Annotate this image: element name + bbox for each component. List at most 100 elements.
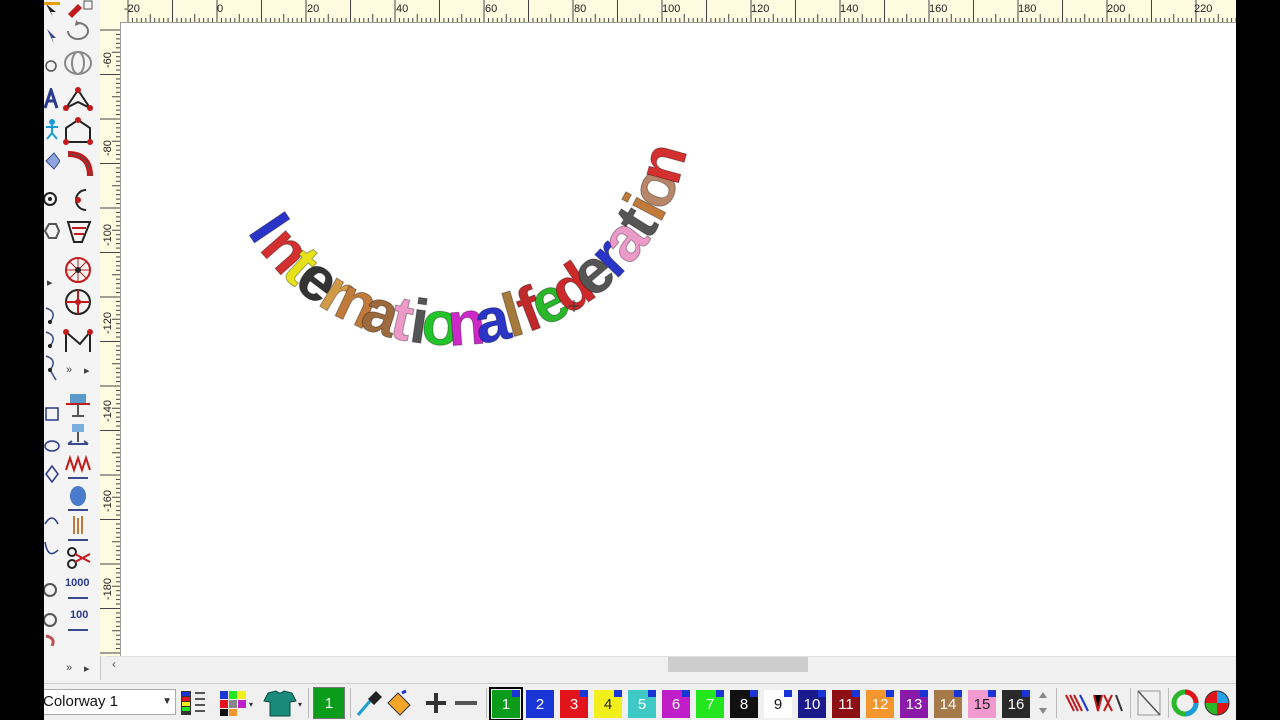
color-palette-icon[interactable] <box>179 689 209 717</box>
thread-swatch-label: 5 <box>637 695 647 713</box>
thread-swatch[interactable]: 12 <box>866 690 894 718</box>
lettering-icon[interactable] <box>44 88 60 110</box>
scroll-left-icon[interactable]: ‹ <box>106 657 122 673</box>
zigzag-icon[interactable] <box>62 452 96 482</box>
scrollbar-thumb[interactable] <box>668 657 808 672</box>
add-color-icon[interactable] <box>422 689 450 717</box>
shape-tools-icon[interactable] <box>44 404 60 494</box>
shirt-icon[interactable]: ▾ <box>260 689 304 717</box>
stitch-fill-icon[interactable] <box>62 390 96 420</box>
color-grid-icon[interactable]: ▾ <box>216 689 256 717</box>
star-fill-icon[interactable] <box>62 286 96 318</box>
embroidery-design[interactable]: Internationalfederation <box>121 23 1236 656</box>
rotate-icon[interactable] <box>62 20 96 42</box>
colorway-select[interactable]: Colorway 1 ▼ <box>44 689 176 715</box>
thread-swatch[interactable]: 6 <box>662 690 690 718</box>
thread-swatch[interactable]: 14 <box>934 690 962 718</box>
polygon-icon[interactable] <box>62 116 96 146</box>
svg-text:100: 100 <box>70 609 88 621</box>
ruler-corner <box>100 0 121 23</box>
loop-icon[interactable] <box>44 576 60 646</box>
select-arrow-icon[interactable] <box>44 2 60 18</box>
separator <box>1130 688 1131 718</box>
tool-icon[interactable] <box>44 56 60 76</box>
thread-swatch[interactable]: 1 <box>489 687 523 720</box>
separator <box>308 688 309 718</box>
left-toolbar-narrow: ▸ <box>44 0 61 680</box>
separator <box>350 688 351 718</box>
swatch-corner-marker <box>852 690 860 697</box>
current-color-swatch[interactable]: 1 <box>313 687 345 719</box>
spool-icon[interactable] <box>62 484 96 514</box>
thread-swatch-label: 9 <box>773 695 783 713</box>
thread-swatch-label: 1 <box>501 695 511 713</box>
ruler-label: -160 <box>102 489 114 512</box>
design-canvas[interactable]: Internationalfederation <box>121 23 1236 656</box>
thread-swatch[interactable]: 9 <box>764 690 792 718</box>
thread-swatch[interactable]: 3 <box>560 690 588 718</box>
thread-swatch[interactable]: 15 <box>968 690 996 718</box>
thread-swatch[interactable]: 16 <box>1002 690 1030 718</box>
vertical-ruler: -60 -80 -100 -120 -140 -160 -180 <box>100 22 121 656</box>
scissors-icon[interactable] <box>62 544 96 574</box>
more-tools-indicator[interactable]: » <box>66 662 72 674</box>
mirror-icon[interactable] <box>62 48 96 78</box>
swatch-corner-marker <box>920 690 928 697</box>
ruler-label: -80 <box>102 140 114 156</box>
colorwheel-icon[interactable] <box>1170 689 1200 717</box>
stitch-length-1000-icon[interactable]: 1000 <box>62 574 96 604</box>
paint-bucket-icon[interactable] <box>384 689 414 717</box>
reshape-icon[interactable] <box>44 26 60 46</box>
ruler-label: 100 <box>662 3 681 15</box>
grid-icon[interactable] <box>1134 689 1164 717</box>
manual-stitch-icon[interactable] <box>62 184 96 216</box>
globe-icon[interactable] <box>1202 689 1232 717</box>
more-tools-indicator[interactable]: » <box>66 364 72 376</box>
radial-fill-icon[interactable] <box>62 254 96 286</box>
expand-arrow-icon[interactable]: ▸ <box>84 364 90 377</box>
path-tools-icon[interactable] <box>44 302 60 382</box>
column-icon[interactable] <box>62 148 96 180</box>
thread-swatch[interactable]: 13 <box>900 690 928 718</box>
eyedropper-icon[interactable] <box>354 689 384 717</box>
separator <box>1056 688 1057 718</box>
swatch-corner-marker <box>988 690 996 697</box>
ruler-label: 20 <box>307 3 320 15</box>
thread-swatch-label: 11 <box>838 695 854 713</box>
ruler-label: 140 <box>840 3 859 15</box>
curve-icon[interactable] <box>44 512 60 562</box>
expand-arrow-icon[interactable]: ▸ <box>84 662 90 675</box>
stitch-spacing-icon[interactable] <box>62 420 96 450</box>
thread-swatch-label: 14 <box>939 695 957 713</box>
thread-swatch-label: 12 <box>871 695 889 713</box>
horizontal-ruler: -20 0 20 40 60 80 100 120 140 160 180 20… <box>120 0 1236 23</box>
thread-swatch-label: 16 <box>1007 695 1025 713</box>
figure-icon[interactable] <box>44 118 60 140</box>
node-edit-icon[interactable] <box>62 84 96 114</box>
chevron-down-icon[interactable]: ▼ <box>162 690 172 714</box>
thread-swatch[interactable]: 7 <box>696 690 724 718</box>
diamond-icon[interactable] <box>44 150 60 172</box>
bottom-toolbar: Colorway 1 ▼ ▾ ▾ 1 1 2 3 4 5 6 7 8 9 10 … <box>44 683 1236 720</box>
thread-swatch[interactable]: 2 <box>526 690 554 718</box>
stitch-view-icon[interactable] <box>1062 689 1126 717</box>
circle-target-icon[interactable] <box>44 188 60 210</box>
scroll-arrows-icon[interactable] <box>1035 689 1051 717</box>
thread-swatch[interactable]: 4 <box>594 690 622 718</box>
horizontal-scrollbar[interactable]: ‹ <box>106 656 1236 673</box>
thread-swatch[interactable]: 10 <box>798 690 826 718</box>
pen-edit-icon[interactable] <box>62 0 96 18</box>
expand-arrow-icon[interactable]: ▸ <box>47 276 53 289</box>
satin-icon[interactable] <box>62 216 96 248</box>
thread-swatch[interactable]: 11 <box>832 690 860 718</box>
thread-swatch[interactable]: 5 <box>628 690 656 718</box>
contour-icon[interactable] <box>62 326 96 356</box>
stitch-length-100-icon[interactable]: 100 <box>62 604 96 634</box>
thread-swatch-label: 3 <box>569 695 579 713</box>
hexagon-icon[interactable] <box>44 220 60 242</box>
thread-swatch[interactable]: 8 <box>730 690 758 718</box>
remove-color-icon[interactable] <box>452 689 480 717</box>
svg-text:▾: ▾ <box>298 700 302 709</box>
needle-icon[interactable] <box>62 514 96 544</box>
ruler-label: 40 <box>396 3 409 15</box>
